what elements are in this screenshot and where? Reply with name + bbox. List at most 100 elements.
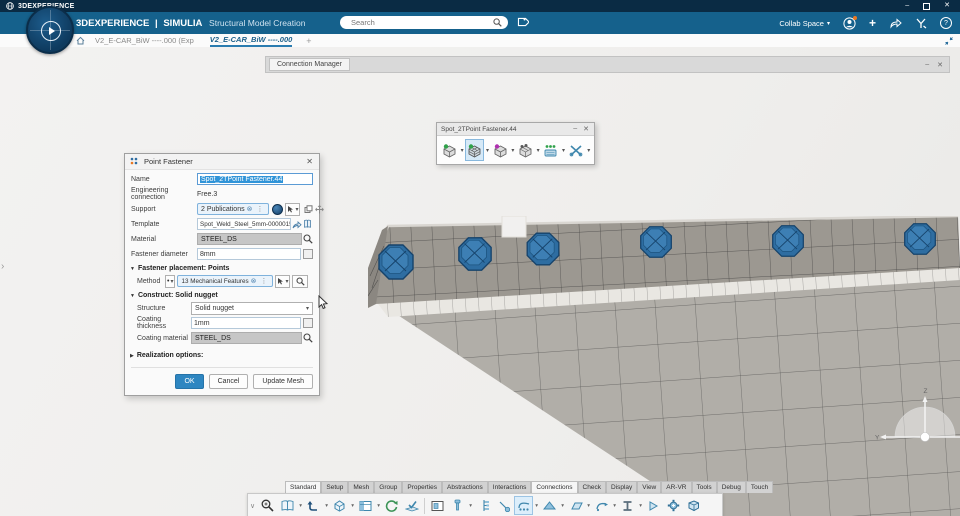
split-fastener-button[interactable] [567,139,586,161]
ok-button[interactable]: OK [175,374,203,389]
tab-debug[interactable]: Debug [717,481,746,493]
check-model-icon[interactable] [402,496,421,515]
mesh-3d-view[interactable]: Z Y X [368,216,960,516]
surface-weld-icon[interactable] [566,496,585,515]
template-export-button[interactable] [291,219,302,230]
dropdown-caret[interactable]: ▾ [586,503,591,509]
gear-coupling-icon[interactable] [664,496,683,515]
rigid-body-icon[interactable] [684,496,703,515]
tree-panel-expander[interactable]: › [1,261,4,272]
window-maximize-button[interactable] [923,3,930,10]
dropdown-caret[interactable]: ▾ [468,503,473,509]
duplicate-support-button[interactable] [303,204,314,215]
dropdown-caret[interactable]: ▾ [511,147,515,154]
compass-play-button[interactable] [41,21,61,41]
share-icon[interactable] [889,18,902,29]
seam-weld-icon[interactable] [540,496,559,515]
create-projection-fastener-button[interactable] [491,139,510,161]
dropdown-caret[interactable]: ▾ [534,503,539,509]
fullscreen-toggle-icon[interactable] [944,36,954,46]
structure-select[interactable]: Solid nugget ▾ [191,302,313,315]
support-chip[interactable]: 2 Publications ⊗ ⋮ [197,203,269,215]
window-close-button[interactable]: ✕ [944,0,950,12]
point-fastener-tool-icon[interactable] [514,496,533,515]
dropdown-caret[interactable]: ▾ [324,503,329,509]
dropdown-caret[interactable]: ▾ [485,147,489,154]
dropdown-caret[interactable]: ▾ [560,503,565,509]
remove-method-icon[interactable]: ⊗ [251,277,257,285]
add-content-button[interactable]: + [869,18,876,28]
create-point-fastener-mesh-button[interactable] [465,139,484,161]
tab-setup[interactable]: Setup [321,481,348,493]
dropdown-caret[interactable]: ▾ [460,147,464,154]
method-chip[interactable]: 13 Mechanical Features ⊗ ⋮ [177,275,273,287]
tag-icon[interactable] [515,15,529,29]
table-panel-icon[interactable] [356,496,375,515]
help-button[interactable]: ? [940,17,952,29]
context-globe-icon[interactable] [272,204,283,215]
connection-manager-close-icon[interactable]: ✕ [937,61,943,69]
search-icon[interactable] [493,18,502,27]
select-mode-dropdown[interactable]: ▾ [285,203,300,216]
tab-properties[interactable]: Properties [402,481,442,493]
fastener-diameter-field[interactable]: 8mm [197,248,301,260]
create-fastener-pattern-button[interactable] [541,139,560,161]
tab-check[interactable]: Check [578,481,606,493]
connection-manager-tab[interactable]: Connection Manager [269,58,350,71]
template-catalog-button[interactable] [302,219,313,230]
tab-group[interactable]: Group [374,481,402,493]
method-more-icon[interactable]: ⋮ [261,277,268,285]
create-point-fastener-button[interactable] [440,139,459,161]
method-select-dropdown[interactable]: ▾ [275,275,290,288]
bolt-icon[interactable] [448,496,467,515]
dropdown-caret[interactable]: ▾ [350,503,355,509]
curve-fastener-icon[interactable] [592,496,611,515]
home-icon[interactable] [76,36,85,45]
coating-thickness-field[interactable]: 1mm [191,317,301,329]
tab-ar-vr[interactable]: AR-VR [661,481,691,493]
construct-section-header[interactable]: ▼ Construct: Solid nugget [130,292,313,299]
search-input[interactable] [349,17,483,28]
dropdown-caret[interactable]: ▾ [536,147,540,154]
tab-document-recent[interactable]: V2_E-CAR_BiW ----.000 (Exp [95,36,194,45]
tab-connections[interactable]: Connections [531,481,577,493]
update-mesh-button[interactable]: Update Mesh [253,374,313,389]
tab-standard[interactable]: Standard [285,481,321,493]
collab-space-selector[interactable]: Collab Space ▾ [779,19,830,28]
tab-interactions[interactable]: Interactions [488,481,532,493]
dropdown-caret[interactable]: ▾ [561,147,565,154]
zoom-tool-icon[interactable] [258,496,277,515]
dropdown-caret[interactable]: ▾ [587,147,591,154]
update-model-icon[interactable] [382,496,401,515]
support-more-icon[interactable]: ⋮ [256,205,263,213]
manager-panel-icon[interactable] [428,496,447,515]
cancel-button[interactable]: Cancel [209,374,249,389]
cone-connector-icon[interactable] [644,496,663,515]
method-search-button[interactable] [292,275,308,288]
dialog-close-icon[interactable]: ✕ [306,157,313,166]
expand-selection-button[interactable] [314,204,325,215]
profile-button[interactable] [843,17,856,30]
search-bar[interactable] [340,16,508,29]
coating-material-search-icon[interactable] [302,333,313,344]
new-tab-button[interactable]: + [306,36,311,46]
probe-point-icon[interactable] [494,496,513,515]
realization-section-header[interactable]: ▶ Realization options: [130,352,313,359]
3d-viewport[interactable]: Connection Manager – ✕ › [0,47,960,516]
actionbar-collapse-icon[interactable]: ∨ [250,502,255,510]
coating-thickness-formula-icon[interactable] [303,318,313,328]
dialog-titlebar[interactable]: Point Fastener ✕ [125,154,319,170]
remove-support-icon[interactable]: ⊗ [247,205,253,213]
tab-document-active[interactable]: V2_E-CAR_BiW ----.000 [210,35,293,47]
tab-display[interactable]: Display [606,481,637,493]
undo-icon[interactable] [304,496,323,515]
template-field[interactable]: Spot_Weld_Steel_5mm-00000158 [197,218,291,230]
dropdown-caret[interactable]: ▾ [376,503,381,509]
placement-section-header[interactable]: ▼ Fastener placement: Points [130,265,313,272]
method-type-dropdown[interactable]: • ▾ [165,275,175,288]
clamp-connection-icon[interactable] [474,496,493,515]
palette-minimize-icon[interactable]: – [573,125,577,133]
palette-titlebar[interactable]: Spot_2TPoint Fastener.44 – ✕ [437,123,594,136]
3d-compass[interactable] [26,6,74,54]
catalog-browser-icon[interactable] [278,496,297,515]
